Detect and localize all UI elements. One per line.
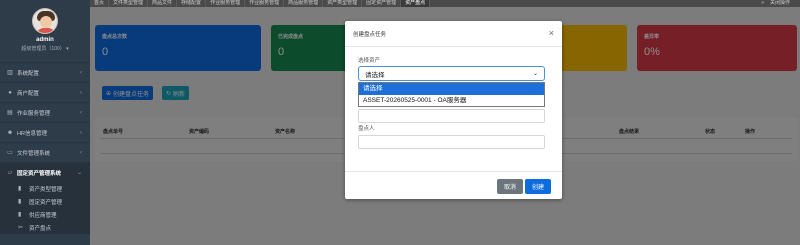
sidebar: admin 超级管理员（100） ▾ ▥ 系统配置 ‹ ● 商户配置 ‹ ▤ 作… bbox=[0, 0, 90, 245]
create-inventory-dialog: 创建盘点任务 × 选择资产 请选择 ⌄ 请选择 ASSET-20260525-0… bbox=[345, 21, 562, 199]
user-profile: admin 超级管理员（100） ▾ bbox=[0, 0, 90, 60]
sidebar-item-job-service[interactable]: ▤ 作业服务管理 ‹ bbox=[0, 102, 90, 122]
tab-actions: » 关闭操作 bbox=[761, 0, 800, 7]
chevron-down-icon: ⌄ bbox=[76, 170, 82, 176]
column-header: 操作 bbox=[745, 129, 756, 135]
chevron-left-icon: ‹ bbox=[80, 149, 82, 156]
sidebar-item-merchant-config[interactable]: ● 商户配置 ‹ bbox=[0, 82, 90, 102]
dialog-header: 创建盘点任务 × bbox=[345, 21, 562, 47]
chevron-down-icon: ▾ bbox=[66, 46, 69, 52]
tab-product-files[interactable]: 商品文件 bbox=[148, 0, 178, 7]
user-icon: ● bbox=[8, 89, 12, 96]
refresh-label: 刷新 bbox=[173, 91, 186, 98]
refresh-icon: ↻ bbox=[166, 90, 172, 97]
tab-bar: 首页 文件类型管理 商品文件 存储配置 作业服务管理 作业服务管理 商品服务管理… bbox=[90, 0, 800, 7]
refresh-button[interactable]: ↻ 刷新 bbox=[162, 86, 190, 100]
sidebar-item-label: 商户配置 bbox=[17, 90, 40, 97]
tab-job-service-1[interactable]: 作业服务管理 bbox=[206, 0, 246, 7]
bank-icon: ▥ bbox=[7, 70, 13, 76]
column-header: 盘点结果 bbox=[619, 129, 640, 135]
sidebar-item-label: 固定资产管理系统 bbox=[17, 170, 62, 177]
tab-file-types[interactable]: 文件类型管理 bbox=[109, 0, 149, 7]
checker-input[interactable] bbox=[358, 135, 545, 149]
asset-select-dropdown: 请选择 ASSET-20260525-0001 - OA服务器 bbox=[358, 82, 545, 107]
create-inventory-label: 创建盘点任务 bbox=[113, 91, 150, 98]
cancel-button[interactable]: 取消 bbox=[497, 179, 523, 194]
folder-icon: ▭ bbox=[7, 150, 13, 156]
stat-card-total: 盘点总次数 0 bbox=[95, 25, 261, 71]
admin-name: admin bbox=[36, 37, 54, 43]
sidebar-menu: ▥ 系统配置 ‹ ● 商户配置 ‹ ▤ 作业服务管理 ‹ ☻ HR信息管理 ‹ … bbox=[0, 62, 90, 234]
asset-select-value: 请选择 bbox=[365, 71, 385, 79]
stat-value: 0 bbox=[102, 46, 109, 58]
checker-label: 盘点人 bbox=[358, 126, 375, 132]
close-actions-menu[interactable]: 关闭操作 bbox=[770, 0, 790, 7]
tab-asset-types[interactable]: 资产类型管理 bbox=[323, 0, 363, 7]
sidebar-subitem-label: 资产类型管理 bbox=[29, 186, 63, 193]
file-icon: ▮ bbox=[18, 199, 22, 205]
chevron-left-icon: ‹ bbox=[80, 129, 82, 136]
chevron-down-icon: ⌄ bbox=[532, 71, 538, 77]
chevron-left-icon: ‹ bbox=[80, 69, 82, 76]
sidebar-subitem-label: 供应商管理 bbox=[29, 212, 57, 219]
create-inventory-button[interactable]: ⊕ 创建盘点任务 bbox=[102, 86, 154, 100]
tab-home[interactable]: 首页 bbox=[90, 0, 110, 7]
dropdown-option[interactable]: 请选择 bbox=[359, 83, 544, 95]
scissors-icon: ✂ bbox=[18, 225, 24, 231]
column-header: 盘点单号 bbox=[103, 129, 124, 135]
dropdown-option[interactable]: ASSET-20260525-0001 - OA服务器 bbox=[359, 95, 544, 107]
hidden-field-input[interactable] bbox=[358, 109, 545, 123]
tab-fixed-assets[interactable]: 固定资产管理 bbox=[362, 0, 402, 7]
chevron-left-icon: ‹ bbox=[80, 109, 82, 116]
sidebar-subitem-asset-types[interactable]: ▮ 资产类型管理 bbox=[0, 182, 90, 195]
tab-job-service-2[interactable]: 作业服务管理 bbox=[245, 0, 285, 7]
sidebar-item-hr[interactable]: ☻ HR信息管理 ‹ bbox=[0, 122, 90, 142]
stat-label: 差异率 bbox=[644, 34, 660, 40]
sidebar-subitem-label: 固定资产管理 bbox=[29, 199, 63, 206]
close-icon[interactable]: × bbox=[549, 29, 554, 38]
dialog-footer: 取消 创建 bbox=[345, 171, 562, 199]
stat-label: 盘点总次数 bbox=[102, 34, 128, 40]
sidebar-item-label: 文件管理系统 bbox=[17, 150, 51, 157]
sidebar-subitem-suppliers[interactable]: ▮ 供应商管理 bbox=[0, 208, 90, 221]
plus-circle-icon: ⊕ bbox=[106, 90, 112, 97]
avatar[interactable] bbox=[32, 8, 58, 34]
sidebar-item-system-config[interactable]: ▥ 系统配置 ‹ bbox=[0, 62, 90, 82]
sidebar-item-label: HR信息管理 bbox=[17, 130, 47, 137]
stat-card-variance: 差异率 0% bbox=[637, 25, 797, 71]
sidebar-item-fixed-assets[interactable]: ▱ 固定资产管理系统 ⌄ bbox=[0, 162, 90, 182]
sidebar-subitem-asset-inventory[interactable]: ✂ 资产盘点 bbox=[0, 221, 90, 234]
person-icon: ☻ bbox=[6, 129, 14, 136]
tab-asset-inventory[interactable]: 资产盘点 bbox=[401, 0, 431, 7]
sidebar-subitem-label: 资产盘点 bbox=[29, 225, 52, 232]
forward-icon[interactable]: » bbox=[761, 0, 764, 7]
sidebar-item-file-system[interactable]: ▭ 文件管理系统 ‹ bbox=[0, 142, 90, 162]
column-header: 资产编码 bbox=[189, 129, 210, 135]
sidebar-item-label: 作业服务管理 bbox=[17, 110, 51, 117]
select-asset-label: 选择资产 bbox=[358, 58, 381, 64]
stat-value: 0% bbox=[644, 46, 660, 58]
file-icon: ▮ bbox=[18, 212, 22, 218]
admin-role[interactable]: 超级管理员（100） ▾ bbox=[21, 45, 68, 52]
tab-product-service[interactable]: 商品服务管理 bbox=[284, 0, 324, 7]
folder-open-icon: ▱ bbox=[7, 170, 13, 176]
sidebar-item-label: 系统配置 bbox=[17, 70, 40, 77]
create-button[interactable]: 创建 bbox=[525, 179, 551, 194]
chevron-left-icon: ‹ bbox=[80, 89, 82, 96]
sidebar-subitem-fixed-assets[interactable]: ▮ 固定资产管理 bbox=[0, 195, 90, 208]
column-header: 状态 bbox=[705, 129, 716, 135]
briefcase-icon: ▤ bbox=[7, 110, 13, 116]
file-icon: ▮ bbox=[18, 186, 22, 192]
dialog-title: 创建盘点任务 bbox=[353, 31, 387, 38]
tab-storage-config[interactable]: 存储配置 bbox=[177, 0, 207, 7]
asset-select[interactable]: 请选择 ⌄ bbox=[358, 66, 545, 81]
